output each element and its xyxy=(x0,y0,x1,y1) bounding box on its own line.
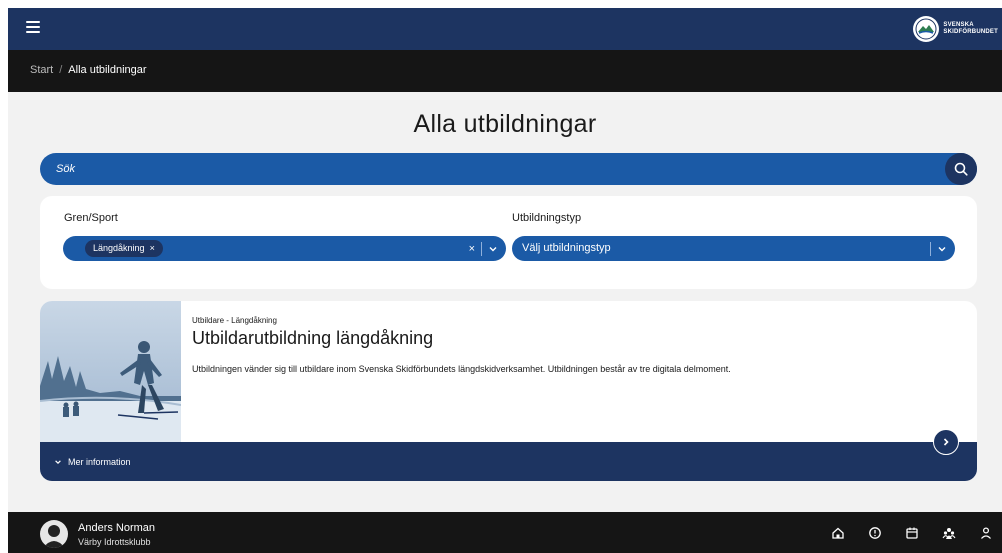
search-button[interactable] xyxy=(945,153,977,185)
chevron-down-icon xyxy=(55,460,61,465)
selected-chip: Längdåkning × xyxy=(85,240,163,257)
page-title: Alla utbildningar xyxy=(413,110,597,138)
sport-filter-label: Gren/Sport xyxy=(64,212,118,224)
chip-remove-icon[interactable]: × xyxy=(150,240,155,257)
sport-select[interactable]: Längdåkning × × xyxy=(63,236,506,261)
type-select[interactable]: Välj utbildningstyp xyxy=(512,236,955,261)
chevron-down-icon[interactable] xyxy=(937,244,947,254)
app-frame: SVENSKA SKIDFÖRBUNDET Start / Alla utbildn… xyxy=(0,0,1002,553)
select-divider xyxy=(481,241,482,256)
filter-panel: Gren/Sport Längdåkning × × Utbildningsty… xyxy=(40,196,977,289)
chip-label: Längdåkning xyxy=(93,243,145,253)
home-icon[interactable] xyxy=(830,525,846,541)
user-avatar-icon xyxy=(43,525,65,548)
course-image xyxy=(40,301,181,442)
sport-select-controls: × xyxy=(469,240,498,257)
logo-emblem-icon xyxy=(913,16,940,42)
logo-line1: SVENSKA xyxy=(943,22,974,28)
breadcrumb: Start / Alla utbildningar xyxy=(30,64,147,76)
search-input[interactable]: Sök xyxy=(56,163,75,175)
users-icon[interactable] xyxy=(941,525,957,541)
open-course-button[interactable] xyxy=(933,429,959,455)
logo-line2: SKIDFÖRBUNDET xyxy=(943,29,998,35)
course-description: Utbildningen vänder sig till utbildare i… xyxy=(192,364,731,374)
card-footer[interactable]: Mer information xyxy=(40,442,977,481)
chevron-right-icon xyxy=(943,438,949,446)
brand-logo[interactable]: SVENSKA SKIDFÖRBUNDET xyxy=(913,15,998,43)
avatar[interactable] xyxy=(40,520,68,548)
breadcrumb-bar: Start / Alla utbildningar xyxy=(8,50,1002,92)
breadcrumb-home[interactable]: Start xyxy=(30,64,53,76)
footer-bar: Anders Norman Värby Idrottsklubb xyxy=(8,512,1002,553)
top-bar: SVENSKA SKIDFÖRBUNDET xyxy=(8,8,1002,50)
breadcrumb-current: Alla utbildningar xyxy=(68,64,147,76)
clock-icon[interactable] xyxy=(867,525,883,541)
left-edge xyxy=(0,0,8,553)
breadcrumb-separator: / xyxy=(59,64,63,76)
user-name: Anders Norman xyxy=(78,522,156,534)
more-info-label: Mer information xyxy=(68,457,131,467)
clear-icon[interactable]: × xyxy=(469,243,475,255)
course-category: Utbildare - Längdåkning xyxy=(192,316,277,325)
user-club: Värby Idrottsklubb xyxy=(78,537,151,547)
footer-nav xyxy=(830,525,994,541)
type-filter-label: Utbildningstyp xyxy=(512,212,582,224)
menu-icon[interactable] xyxy=(26,21,40,35)
person-icon[interactable] xyxy=(978,525,994,541)
more-info-toggle[interactable]: Mer information xyxy=(54,457,131,467)
chevron-down-icon[interactable] xyxy=(488,244,498,254)
course-card[interactable]: Utbildare - Längdåkning Utbildarutbildni… xyxy=(40,301,977,481)
calendar-icon[interactable] xyxy=(904,525,920,541)
type-select-controls xyxy=(930,240,947,257)
logo-wordmark: SVENSKA SKIDFÖRBUNDET xyxy=(943,22,998,36)
course-title[interactable]: Utbildarutbildning längdåkning xyxy=(192,328,433,349)
search-bar[interactable]: Sök xyxy=(40,153,977,185)
top-edge xyxy=(0,0,1002,8)
search-icon xyxy=(954,162,968,176)
select-divider xyxy=(930,241,931,256)
type-select-placeholder: Välj utbildningstyp xyxy=(522,242,611,254)
main-content: Alla utbildningar Sök Gren/Sport Längdåk… xyxy=(8,92,1002,512)
